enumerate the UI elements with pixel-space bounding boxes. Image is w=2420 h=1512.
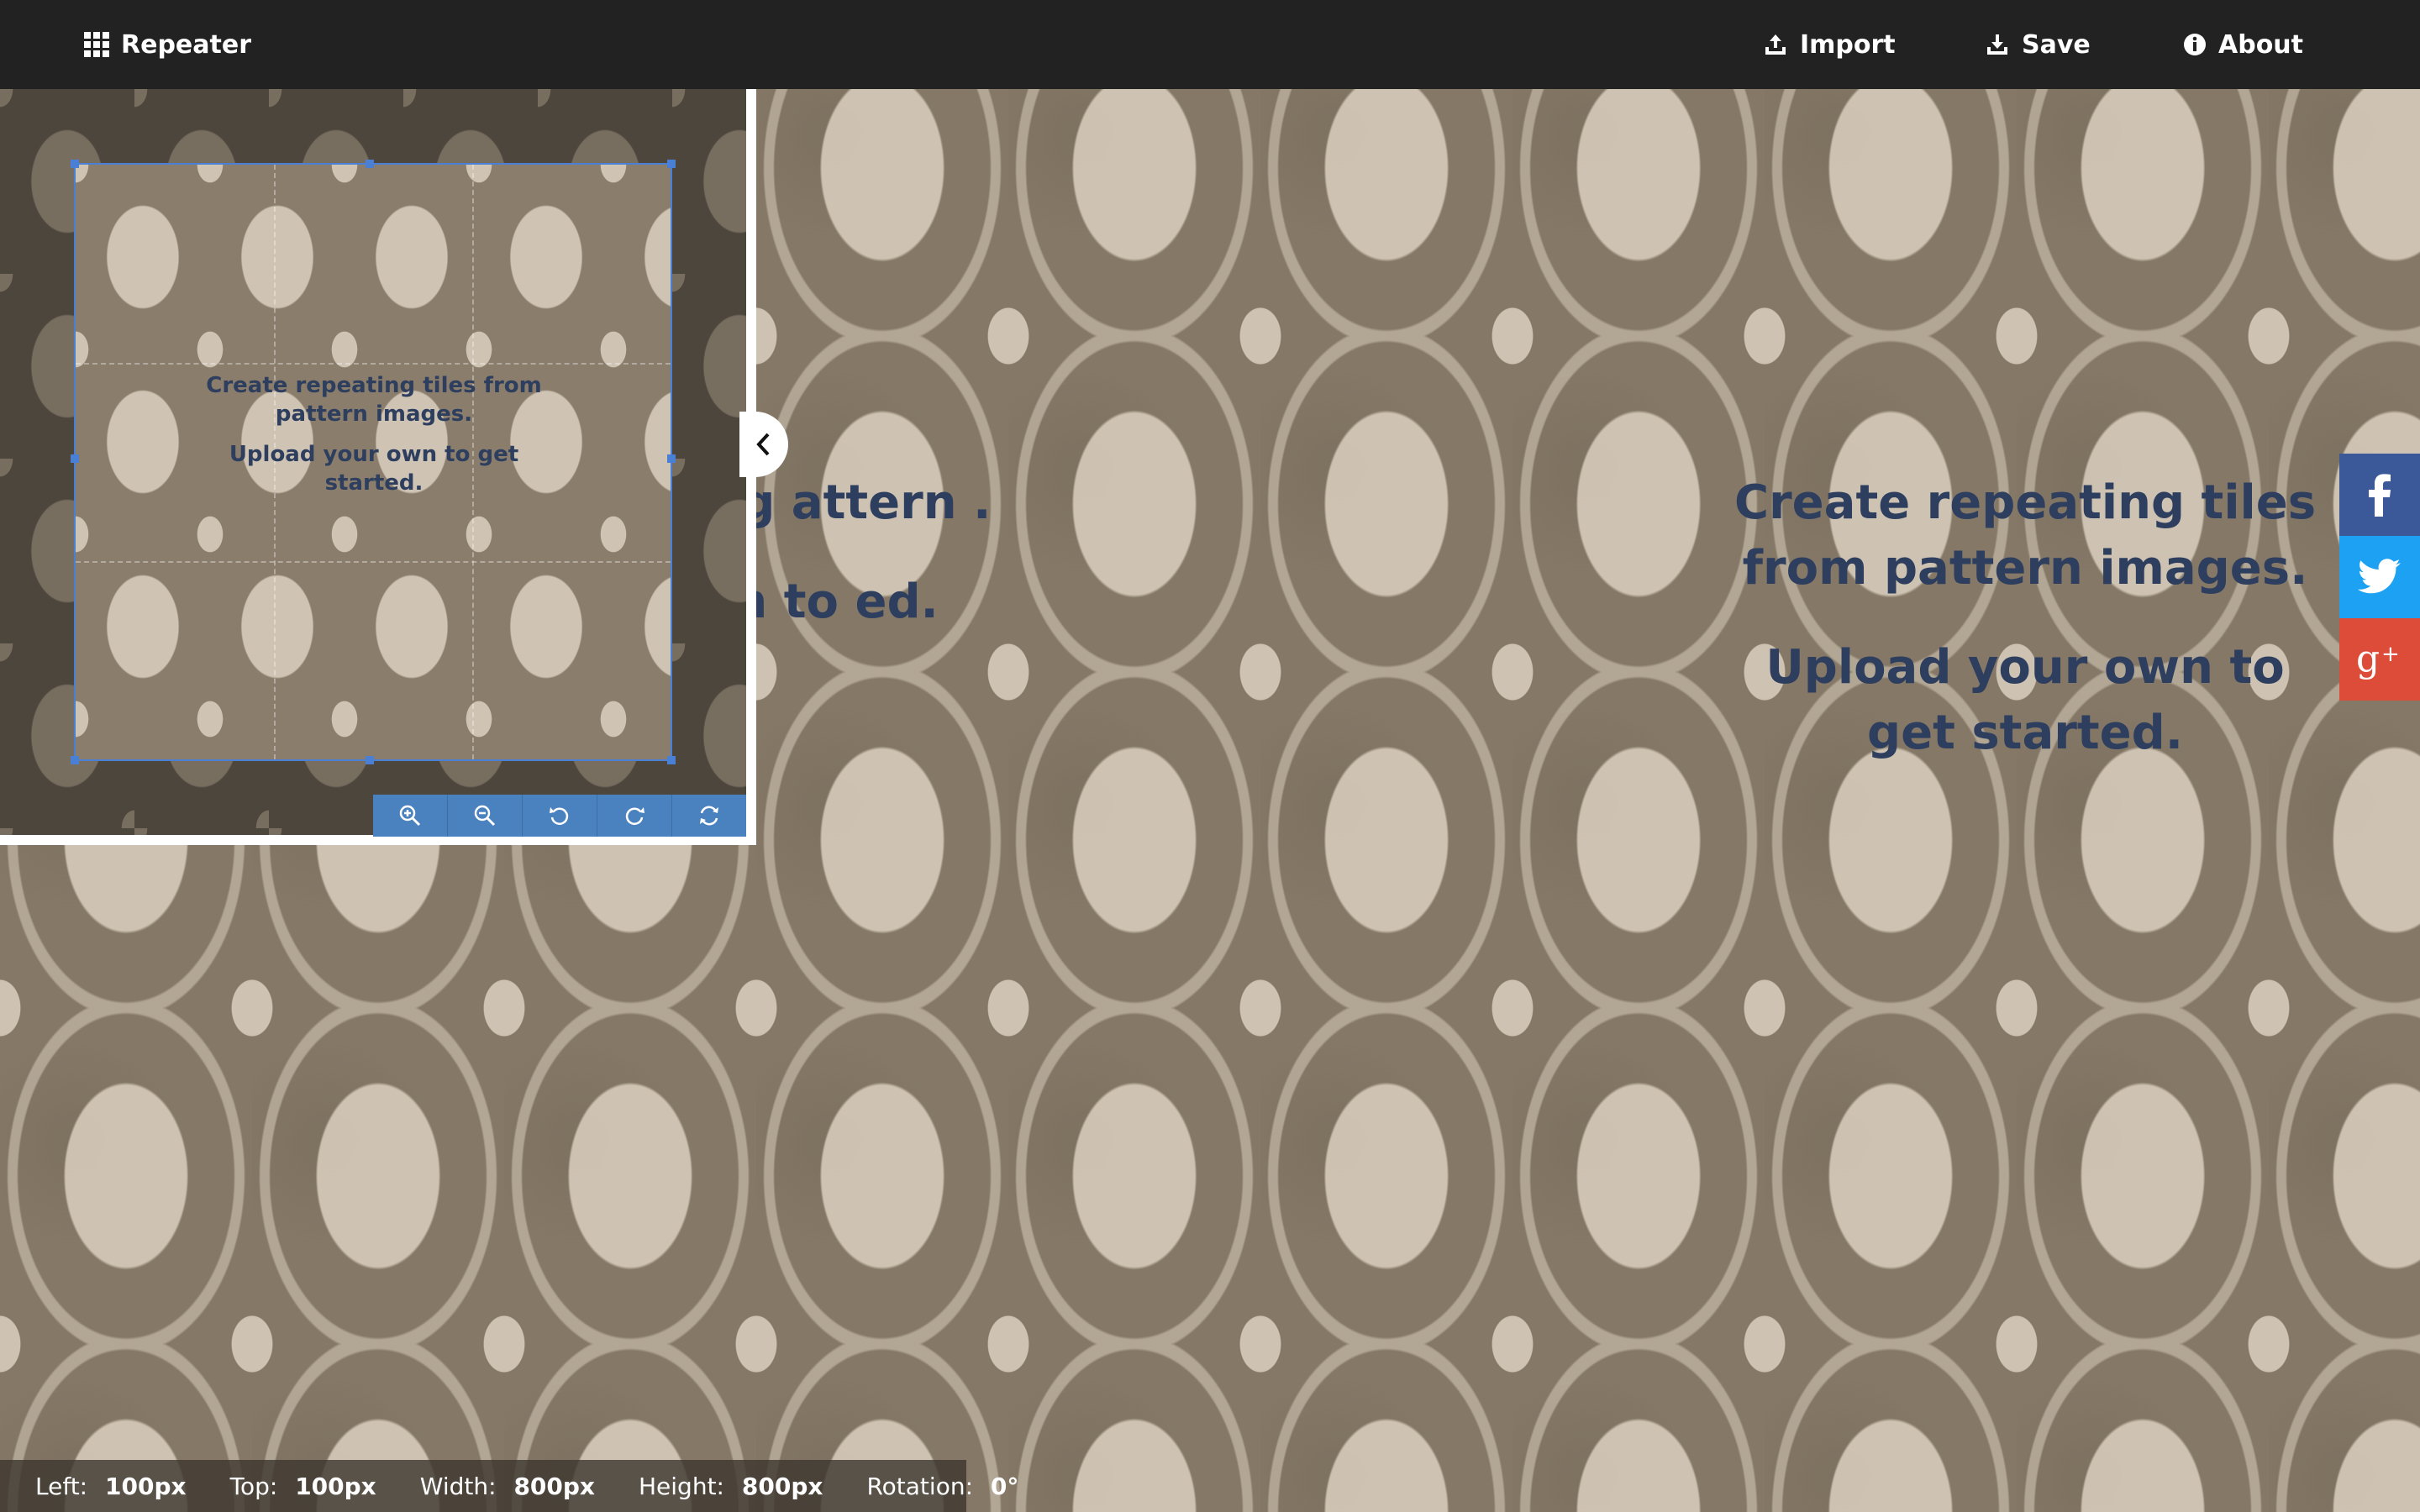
preview-text: Create repeating tiles from pattern imag… [185, 371, 563, 509]
crop-handle-s[interactable] [366, 756, 374, 764]
brand[interactable]: Repeater [84, 0, 251, 89]
zoom-in-icon [399, 805, 421, 827]
crop-handle-se[interactable] [667, 756, 676, 764]
save-label: Save [2022, 29, 2091, 60]
reset-button[interactable] [672, 795, 746, 837]
status-height-value: 800px [741, 1472, 823, 1500]
zoom-out-button[interactable] [448, 795, 523, 837]
rotate-right-button[interactable] [597, 795, 672, 837]
brand-title: Repeater [121, 29, 251, 60]
crop-handle-nw[interactable] [71, 160, 79, 168]
status-bar: Left: 100px Top: 100px Width: 800px Heig… [0, 1460, 1018, 1512]
twitter-share-button[interactable] [2339, 536, 2420, 618]
twitter-icon [2358, 559, 2401, 594]
crop-toolbar [373, 795, 746, 837]
google-plus-icon: g + [2356, 639, 2400, 680]
svg-text:g: g [2356, 639, 2380, 680]
crop-handle-sw[interactable] [71, 756, 79, 764]
save-button[interactable]: Save [1985, 0, 2091, 89]
import-button[interactable]: Import [1763, 0, 1896, 89]
status-width: Width: 800px [420, 1473, 595, 1500]
status-top-value: 100px [295, 1472, 376, 1500]
status-top-label: Top: [229, 1472, 278, 1500]
grid-icon [84, 32, 109, 57]
editor-panel: Create repeating tiles from pattern imag… [0, 89, 756, 845]
canvas-tile-text: Create repeating tiles from pattern imag… [1731, 470, 2319, 800]
refresh-icon [700, 806, 718, 826]
about-button[interactable]: About [2183, 0, 2303, 89]
canvas-headline: Create repeating tiles from pattern imag… [1733, 475, 2317, 596]
crop-handle-n[interactable] [366, 160, 374, 168]
crop-guide-line [76, 560, 671, 563]
info-icon [2183, 33, 2207, 56]
preview-subline: Upload your own to get started. [229, 442, 519, 496]
status-left: Left: 100px [35, 1473, 187, 1500]
status-rotation-label: Rotation: [866, 1472, 974, 1500]
status-height: Height: 800px [639, 1473, 823, 1500]
source-image: Create repeating tiles from pattern imag… [0, 89, 746, 835]
facebook-share-button[interactable] [2339, 454, 2420, 536]
rotate-right-icon [625, 807, 644, 825]
import-label: Import [1800, 29, 1896, 60]
crop-handle-w[interactable] [71, 454, 79, 463]
status-width-value: 800px [513, 1472, 595, 1500]
status-left-value: 100px [105, 1472, 187, 1500]
rotate-left-icon [550, 807, 569, 825]
status-top: Top: 100px [230, 1473, 376, 1500]
google-plus-share-button[interactable]: g + [2339, 618, 2420, 701]
status-rotation-value: 0° [990, 1472, 1019, 1500]
status-width-label: Width: [419, 1472, 497, 1500]
about-label: About [2218, 29, 2304, 60]
facebook-icon [2369, 474, 2391, 517]
upload-icon [1763, 32, 1788, 57]
crop-handle-e[interactable] [667, 454, 676, 463]
status-rotation: Rotation: 0° [866, 1473, 1018, 1500]
top-navbar: Repeater Import Save About [0, 0, 2420, 89]
crop-guide-line [76, 362, 671, 365]
svg-text:+: + [2381, 642, 2400, 667]
chevron-left-icon [756, 433, 770, 456]
status-left-label: Left: [35, 1472, 88, 1500]
download-icon [1985, 32, 2010, 57]
zoom-in-button[interactable] [373, 795, 448, 837]
preview-headline: Create repeating tiles from pattern imag… [206, 373, 542, 427]
zoom-out-icon [474, 805, 496, 827]
status-height-label: Height: [639, 1472, 724, 1500]
rotate-left-button[interactable] [523, 795, 597, 837]
crop-handle-ne[interactable] [667, 160, 676, 168]
canvas-subline: Upload your own to get started. [1765, 640, 2285, 760]
